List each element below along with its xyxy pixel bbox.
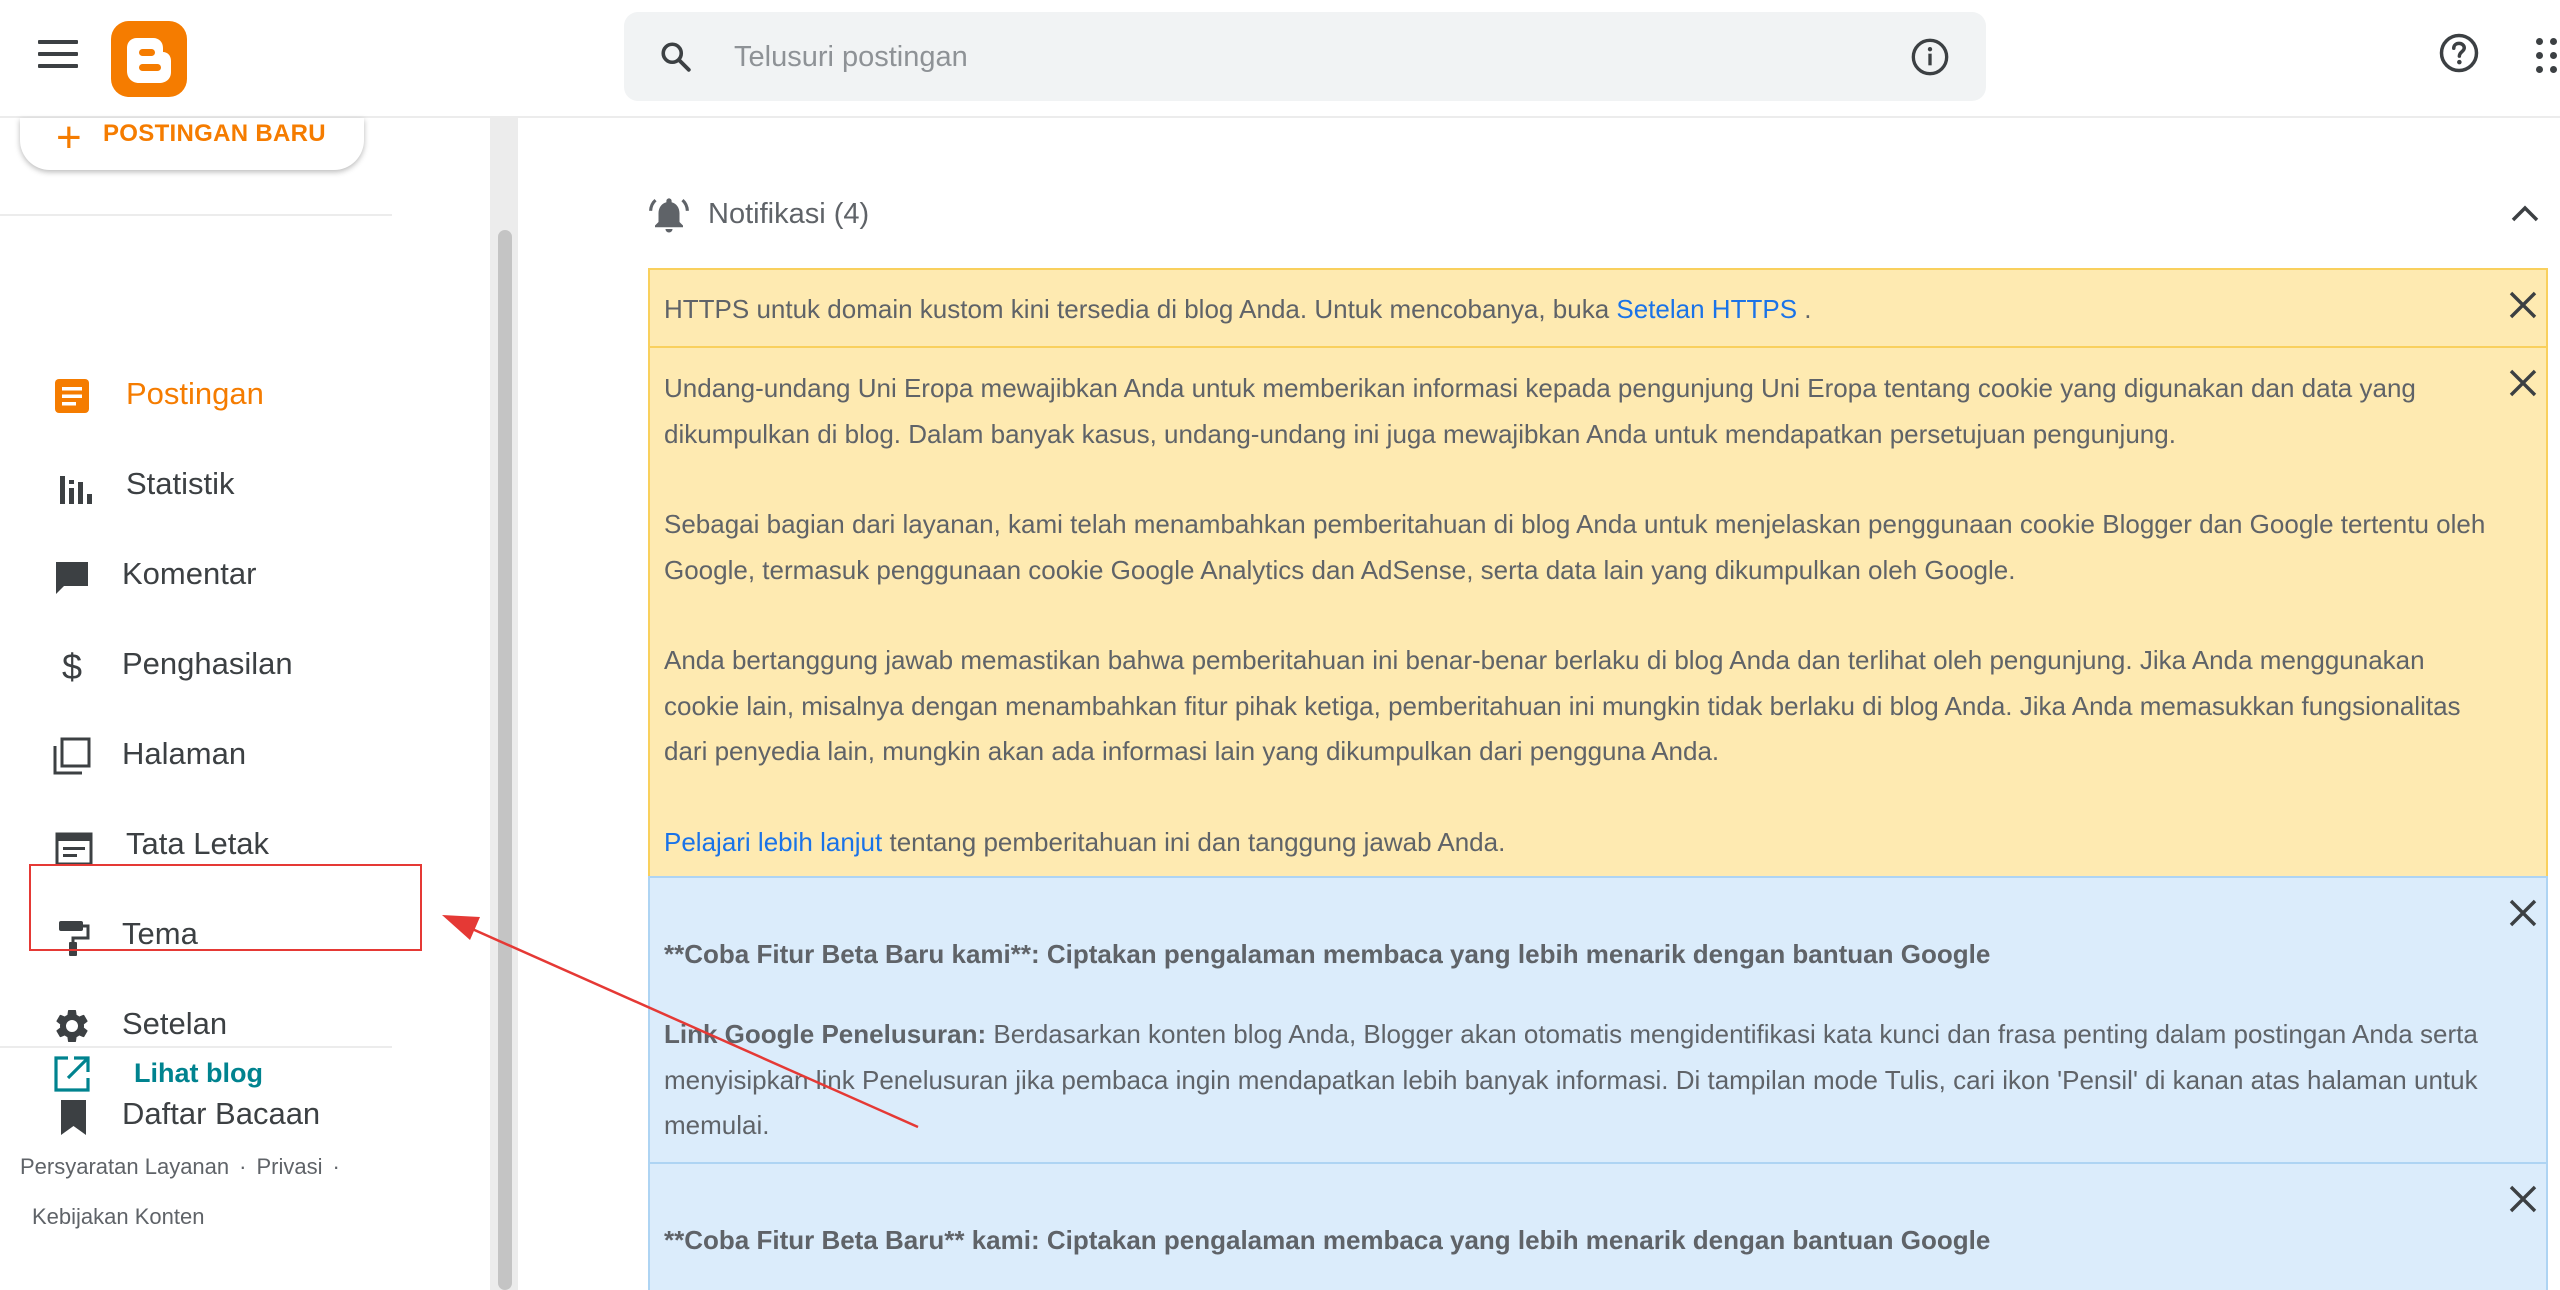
sidebar: + POSTINGAN BARU Postingan Statistik Kom… [0, 113, 490, 1290]
beta-heading: **Coba Fitur Beta Baru** kami: Ciptakan … [664, 1225, 1991, 1255]
scrollbar-thumb[interactable] [498, 230, 512, 1290]
beta-feature-notification: **Coba Fitur Beta Baru kami**: Ciptakan … [648, 876, 2548, 1164]
beta-body: Link Google Penelusuran: Berdasarkan kon… [664, 1019, 2478, 1140]
svg-text:$: $ [62, 646, 82, 686]
sidebar-scrollbar[interactable] [490, 118, 518, 1290]
https-notification: HTTPS untuk domain kustom kini tersedia … [648, 268, 2548, 348]
notifications-header: Notifikasi (4) [648, 190, 2548, 240]
separator: · [239, 1154, 247, 1179]
chevron-up-icon[interactable] [2508, 202, 2542, 226]
sidebar-item-label: Halaman [122, 736, 247, 771]
privacy-link[interactable]: Privasi [256, 1154, 322, 1179]
sidebar-item-label: Tata Letak [126, 826, 270, 861]
comment-icon [56, 562, 88, 594]
divider [0, 214, 392, 216]
plus-icon: + [56, 113, 82, 162]
sidebar-item-label: Penghasilan [122, 646, 293, 681]
cookie-paragraph-1: Undang-undang Uni Eropa mewajibkan Anda … [664, 373, 2416, 449]
blogger-logo[interactable] [111, 21, 187, 97]
cookie-notification: Undang-undang Uni Eropa mewajibkan Anda … [648, 346, 2548, 878]
view-blog-label: Lihat blog [134, 1058, 263, 1088]
beta-feature-notification-2: **Coba Fitur Beta Baru** kami: Ciptakan … [648, 1162, 2548, 1290]
sidebar-item-label: Komentar [122, 556, 257, 591]
sidebar-item-label: Daftar Bacaan [122, 1096, 321, 1131]
layout-icon [55, 832, 93, 866]
dollar-icon: $ [62, 646, 82, 686]
cookie-paragraph-2: Sebagai bagian dari layanan, kami telah … [664, 509, 2486, 585]
separator: · [332, 1154, 340, 1179]
bookmark-icon [61, 1100, 86, 1135]
notifications-title: Notifikasi (4) [708, 198, 870, 230]
sidebar-item-penghasilan[interactable]: $ Penghasilan [0, 626, 420, 706]
help-icon[interactable] [2438, 32, 2480, 74]
close-icon[interactable] [2506, 288, 2540, 322]
terms-link[interactable]: Persyaratan Layanan [20, 1154, 229, 1179]
beta-heading: **Coba Fitur Beta Baru kami**: Ciptakan … [664, 939, 1991, 969]
divider [0, 1046, 392, 1048]
cookie-paragraph-3: Anda bertanggung jawab memastikan bahwa … [664, 645, 2461, 766]
search-bar [624, 12, 1986, 101]
sidebar-item-statistik[interactable]: Statistik [0, 446, 420, 526]
sidebar-item-label: Postingan [126, 376, 264, 411]
notification-bell-icon [649, 198, 689, 233]
https-notification-text: HTTPS untuk domain kustom kini tersedia … [664, 294, 1812, 324]
cookie-notification-body: Undang-undang Uni Eropa mewajibkan Anda … [664, 366, 2494, 865]
sidebar-item-label: Statistik [126, 466, 235, 501]
close-icon[interactable] [2506, 896, 2540, 930]
https-settings-link[interactable]: Setelan HTTPS [1616, 294, 1797, 324]
sidebar-item-postingan[interactable]: Postingan [0, 356, 420, 436]
sidebar-item-halaman[interactable]: Halaman [0, 716, 420, 796]
search-icon[interactable] [658, 39, 694, 75]
apps-grid-icon[interactable] [2536, 38, 2560, 78]
open-in-new-icon [54, 1056, 90, 1092]
posts-icon [55, 379, 89, 413]
pages-icon [53, 737, 91, 775]
footer-links: Persyaratan Layanan · Privasi · Kebijakan K… [20, 1142, 380, 1242]
view-blog-link[interactable]: Lihat blog [52, 1050, 352, 1098]
gear-icon [56, 1009, 88, 1042]
cookie-learn-more: Pelajari lebih lanjut tentang pemberitah… [664, 826, 1506, 857]
sidebar-item-label: Setelan [122, 1006, 228, 1041]
info-icon[interactable] [1910, 37, 1950, 77]
sidebar-item-label: Tema [122, 916, 198, 951]
close-icon[interactable] [2506, 1182, 2540, 1216]
search-input[interactable] [734, 34, 1794, 80]
new-post-button[interactable]: + POSTINGAN BARU [20, 113, 364, 170]
sidebar-item-komentar[interactable]: Komentar [0, 536, 420, 616]
close-icon[interactable] [2506, 366, 2540, 400]
menu-icon[interactable] [38, 40, 78, 72]
sidebar-item-tata-letak[interactable]: Tata Letak [0, 806, 420, 886]
learn-more-link[interactable]: Pelajari lebih lanjut [664, 827, 882, 857]
content-policy-link[interactable]: Kebijakan Konten [32, 1204, 204, 1229]
top-app-bar [0, 0, 2560, 118]
sidebar-item-tema[interactable]: Tema [0, 896, 420, 976]
stats-icon [60, 476, 92, 504]
new-post-label: POSTINGAN BARU [103, 120, 326, 147]
paint-roller-icon [59, 921, 90, 956]
